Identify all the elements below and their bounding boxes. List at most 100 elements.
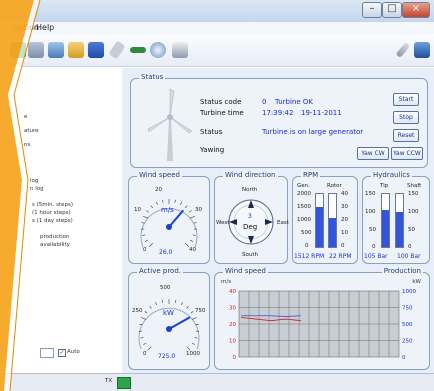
gauge-tick — [150, 205, 153, 209]
gauge-tick — [191, 342, 195, 345]
gauge-tick — [155, 302, 158, 306]
rpm-rotor-bar — [328, 193, 337, 248]
compass-west: West — [216, 220, 230, 226]
auto-spin-field[interactable] — [40, 348, 54, 358]
trend-right-tick: 250 — [402, 339, 413, 345]
rpm-title: RPM — [301, 171, 321, 179]
active-prod-tick: 0 — [143, 351, 147, 357]
turbine-time-label: Turbine time — [200, 109, 244, 117]
rpm-rotor-tick: 30 — [341, 204, 348, 210]
close-button[interactable]: × — [402, 2, 430, 18]
rpm-gen-tick: 1500 — [297, 204, 311, 210]
trend-left-tick: 0 — [233, 355, 237, 361]
status-text: Turbine is on large generator — [262, 128, 364, 136]
hydraulics-group: Hydraulics Tip Shaft 150 100 50 0 150 10… — [362, 171, 430, 264]
trend-left-tick: 30 — [229, 306, 236, 312]
gauge-tick — [180, 201, 182, 205]
auto-label: Auto — [67, 349, 80, 355]
maximize-button[interactable]: □ — [382, 2, 402, 18]
yaw-ccw-button[interactable]: Yaw CCW — [391, 147, 423, 160]
monitor-icon[interactable] — [414, 42, 430, 58]
menu-item-operation[interactable]: ...uation — [6, 22, 39, 34]
tree-item[interactable]: e — [24, 114, 27, 120]
wind-direction-title: Wind direction — [223, 171, 278, 179]
gauge-tick — [143, 216, 148, 219]
rpm-gen-tick: 1000 — [297, 217, 311, 223]
settings-icon[interactable] — [172, 42, 188, 58]
tree-item[interactable]: ns — [24, 142, 30, 148]
trend-unit-right: kW — [412, 279, 421, 285]
rpm-gen-fill — [316, 206, 323, 247]
auto-checkbox[interactable]: ✓ — [58, 349, 66, 357]
status-group-title: Status — [139, 73, 166, 81]
print-preview-icon[interactable] — [28, 42, 44, 58]
yawing-label: Yawing — [200, 146, 225, 154]
wind-speed-tick: 0 — [143, 247, 147, 253]
tree-item[interactable]: production — [40, 234, 70, 240]
trend-title-right: Production — [381, 267, 423, 275]
gauge-icon[interactable] — [150, 42, 166, 58]
hydraulics-tip-tick: 150 — [365, 191, 376, 197]
tx-label: TX — [105, 378, 113, 384]
rpm-rotor-tick: 10 — [341, 230, 348, 236]
battery-icon[interactable] — [108, 40, 126, 60]
gauge-tick — [141, 317, 147, 320]
gauge-tick — [161, 299, 163, 303]
turbine-time-value: 17:39:42 — [262, 109, 294, 117]
wind-speed-tick: 30 — [195, 207, 202, 213]
wind-speed-group: Wind speed 20 10 30 0 40 m/s 26.0 — [128, 171, 210, 264]
yaw-cw-button[interactable]: Yaw CW — [357, 147, 389, 160]
tree-item[interactable]: availability — [40, 242, 70, 248]
rpm-rotor-fill — [329, 217, 336, 247]
gauge-tick — [144, 239, 148, 242]
print-icon[interactable] — [10, 42, 26, 58]
cable-icon[interactable] — [130, 47, 146, 53]
minimize-button[interactable]: – — [362, 2, 382, 18]
hydraulics-tip-tick: 0 — [372, 244, 376, 250]
trend-right-tick: 750 — [402, 306, 413, 312]
wind-speed-value: 26.0 — [159, 249, 173, 256]
hydraulics-tip-tick: 50 — [369, 227, 376, 233]
trend-left-tick: 20 — [229, 322, 236, 328]
app-window: – □ × ...uation Help e ature ns log n lo… — [0, 0, 434, 391]
tree-item[interactable]: s (5min. steps) — [32, 202, 73, 208]
trend-title-left: Wind speed — [223, 267, 268, 275]
clipboard-icon[interactable] — [48, 42, 64, 58]
turbine-date-value: 19-11-2011 — [301, 109, 342, 117]
trend-unit-left: m/s — [221, 279, 232, 285]
tree-item[interactable]: s (1 day steps) — [32, 218, 73, 224]
gauge-tick — [194, 337, 198, 339]
menu-item-help[interactable]: Help — [36, 22, 54, 34]
active-prod-tick: 1000 — [186, 351, 200, 357]
hydraulics-shaft-label: Shaft — [407, 183, 422, 189]
start-button[interactable]: Start — [393, 93, 419, 106]
hydraulics-shaft-tick: 150 — [408, 191, 419, 197]
gauge-tick — [143, 342, 147, 345]
rpm-rotor-tick: 0 — [341, 243, 345, 249]
gauge-tick — [190, 216, 195, 219]
gauge-tick — [142, 234, 146, 236]
hydraulics-shaft-bar — [395, 193, 404, 248]
wind-direction-group: Wind direction North South West East 3 D… — [214, 171, 289, 264]
hydraulics-shaft-fill — [396, 211, 403, 247]
tree-item[interactable]: n log — [30, 186, 44, 192]
menu-bar: ...uation Help — [0, 22, 434, 34]
title-bar: – □ × — [0, 0, 434, 23]
tree-item[interactable]: log — [30, 178, 38, 184]
gauge-tick — [186, 305, 189, 309]
toolbar — [0, 34, 434, 67]
tree-item[interactable]: (1 hour steps) — [32, 210, 71, 216]
rpm-rotor-tick: 20 — [341, 217, 348, 223]
gauge-tick — [186, 346, 191, 351]
rpm-rotor-value: 22 RPM — [329, 253, 352, 260]
hydraulics-shaft-tick: 50 — [408, 227, 415, 233]
pen-icon[interactable] — [88, 42, 104, 58]
gauge-tick — [156, 201, 158, 205]
stop-button[interactable]: Stop — [393, 111, 419, 124]
trend-left-tick: 40 — [229, 289, 236, 295]
reset-button[interactable]: Reset — [393, 129, 419, 142]
save-icon[interactable] — [68, 42, 84, 58]
tree-item[interactable]: ature — [24, 128, 39, 134]
wrench-icon[interactable] — [395, 41, 411, 59]
trend-right-tick: 500 — [402, 322, 413, 328]
